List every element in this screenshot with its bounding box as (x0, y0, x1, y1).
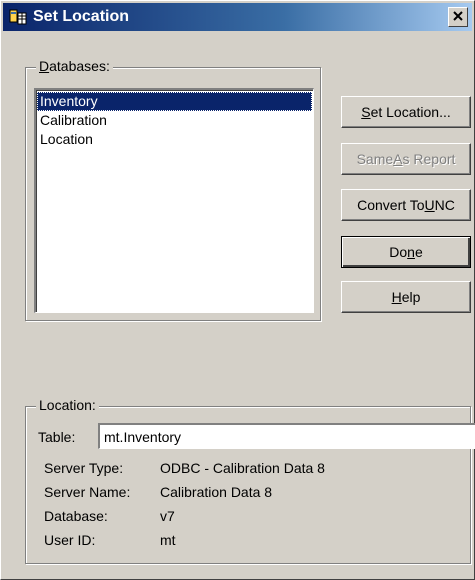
location-group: Location: Table: Server Type: ODBC - Cal… (25, 397, 475, 564)
user-id-value: mt (160, 532, 176, 548)
help-button[interactable]: Help (341, 281, 471, 313)
set-location-dialog: Set Location Databases: Inventory Calibr… (0, 0, 475, 580)
databases-label: Databases: (36, 58, 113, 74)
convert-to-unc-button[interactable]: Convert To U NC (341, 189, 471, 221)
table-label: Table: (38, 429, 76, 445)
server-name-label: Server Name: (44, 484, 131, 500)
close-icon (453, 8, 463, 26)
databases-group: Databases: Inventory Calibration Locatio… (25, 58, 321, 321)
list-item-inventory[interactable]: Inventory (37, 92, 312, 111)
server-type-label: Server Type: (44, 460, 124, 476)
server-name-value: Calibration Data 8 (160, 484, 273, 500)
server-type-value: ODBC - Calibration Data 8 (160, 460, 325, 476)
databases-listbox[interactable]: Inventory Calibration Location (34, 88, 314, 313)
location-label: Location: (36, 397, 99, 413)
user-id-label: User ID: (44, 532, 96, 548)
list-item-calibration[interactable]: Calibration (37, 111, 312, 130)
same-as-report-button: Same As Report (341, 143, 471, 175)
database-table-icon (9, 8, 27, 26)
close-button[interactable] (448, 7, 468, 27)
title-bar[interactable]: Set Location (3, 3, 472, 31)
list-item-location[interactable]: Location (37, 130, 312, 149)
database-value: v7 (160, 508, 175, 524)
window-title: Set Location (33, 8, 130, 25)
done-button[interactable]: Do n e (341, 236, 471, 268)
set-location-button[interactable]: Set Location... (341, 96, 471, 128)
table-field[interactable] (98, 423, 475, 449)
database-label: Database: (44, 508, 108, 524)
